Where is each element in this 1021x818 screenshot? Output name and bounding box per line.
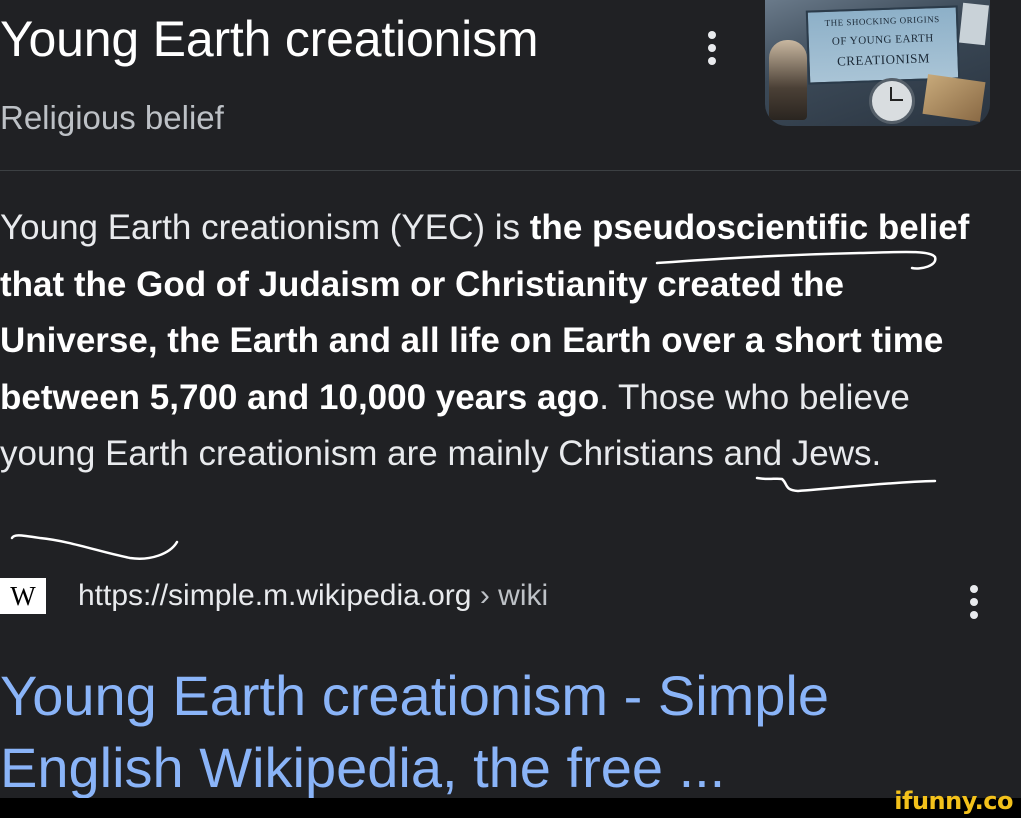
kebab-dot — [970, 611, 978, 619]
entity-thumbnail[interactable]: THE SHOCKING ORIGINS OF YOUNG EARTH CREA… — [765, 0, 990, 126]
result-title-link[interactable]: Young Earth creationism - Simple English… — [0, 660, 1010, 804]
result-options-icon[interactable] — [960, 580, 988, 624]
result-domain: https://simple.m.wikipedia.org — [78, 579, 472, 612]
result-path: › wiki — [471, 579, 549, 612]
section-divider — [0, 170, 1021, 171]
entity-title: Young Earth creationism — [0, 11, 539, 67]
thumbnail-sketch — [958, 2, 990, 46]
thumbnail-book-cover: THE SHOCKING ORIGINS OF YOUNG EARTH CREA… — [805, 5, 961, 85]
kebab-dot — [708, 31, 716, 39]
kebab-dot — [708, 57, 716, 65]
thumbnail-text-line: CREATIONISM — [836, 50, 931, 69]
clock-icon — [869, 78, 915, 124]
search-result-source: W https://simple.m.wikipedia.org › wiki — [0, 570, 1021, 620]
kebab-dot — [970, 598, 978, 606]
result-url[interactable]: https://simple.m.wikipedia.org › wiki — [78, 576, 548, 616]
kebab-dot — [708, 44, 716, 52]
entity-subtitle: Religious belief — [0, 99, 224, 136]
wikipedia-icon[interactable]: W — [0, 578, 46, 614]
underline-jews — [10, 534, 179, 560]
kebab-dot — [970, 585, 978, 593]
thumbnail-figure — [769, 40, 807, 120]
thumbnail-text-line: OF YOUNG EARTH — [831, 32, 934, 48]
snippet-lead: Young Earth creationism (YEC) is — [0, 208, 530, 247]
ifunny-watermark: ifunny.co — [894, 787, 1013, 815]
thumbnail-frame — [922, 74, 986, 122]
watermark-bar — [0, 798, 1021, 818]
featured-snippet: Young Earth creationism (YEC) is the pse… — [0, 200, 1000, 483]
more-options-icon[interactable] — [698, 26, 726, 70]
knowledge-panel-header: Young Earth creationism Religious belief… — [0, 0, 1021, 170]
thumbnail-text-line: THE SHOCKING ORIGINS — [824, 14, 940, 29]
